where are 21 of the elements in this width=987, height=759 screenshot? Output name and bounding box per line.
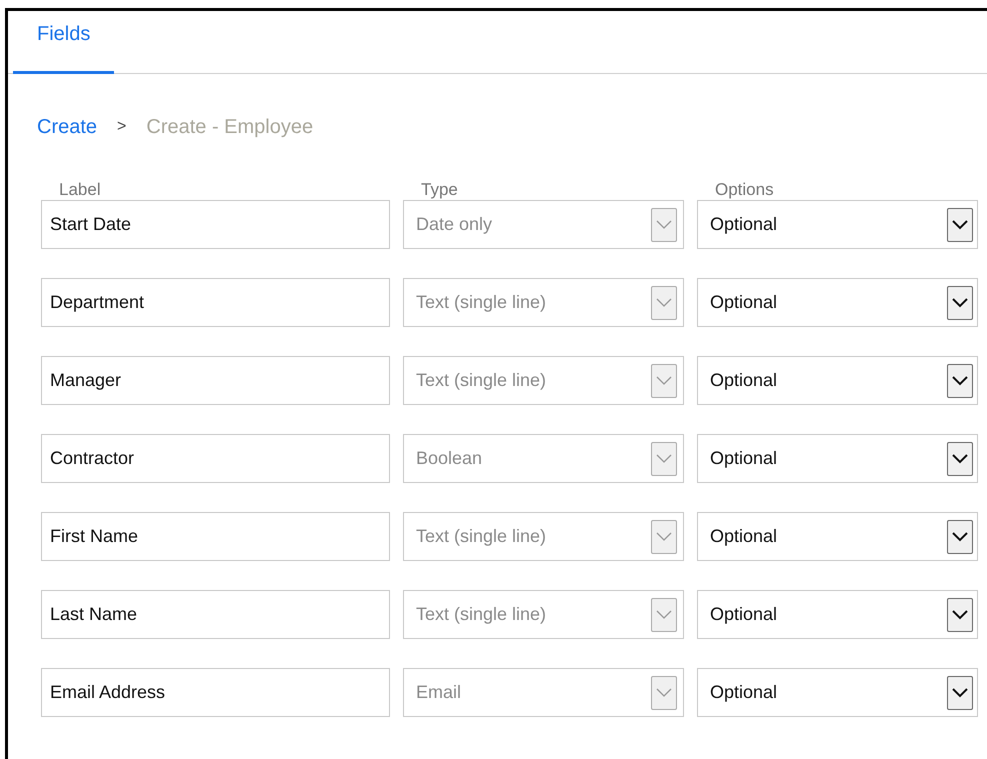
options-select[interactable]: Optional [697,278,978,327]
label-field[interactable]: Manager [41,356,390,405]
label-field[interactable]: First Name [41,512,390,561]
breadcrumb-current: Create - Employee [146,115,314,140]
label-field[interactable]: Contractor [41,434,390,483]
options-select[interactable]: Optional [697,434,978,483]
options-select[interactable]: Optional [697,668,978,717]
options-select[interactable]: Optional [697,512,978,561]
tab[interactable]: Fields [13,19,114,74]
column-header: Type [420,180,459,200]
options-select[interactable]: Optional [697,356,978,405]
options-select[interactable]: Optional [697,200,978,249]
label-field[interactable]: Start Date [41,200,390,249]
column-header: Label [58,180,102,200]
options-select[interactable]: Optional [697,590,978,639]
label-field[interactable]: Email Address [41,668,390,717]
column-header: Options [714,180,775,200]
label-field[interactable]: Department [41,278,390,327]
breadcrumb-link[interactable]: Create [37,112,98,142]
label-field[interactable]: Last Name [41,590,390,639]
breadcrumb-separator: > [117,117,126,137]
